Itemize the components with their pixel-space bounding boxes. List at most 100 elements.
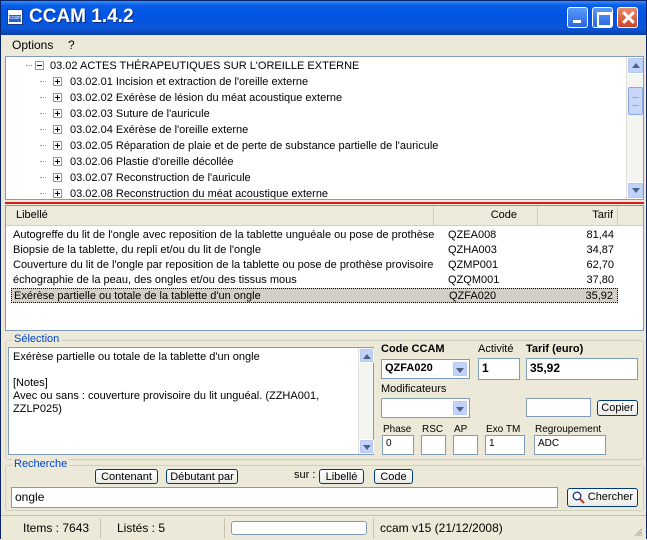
modificateurs-select[interactable]: [381, 398, 470, 418]
splitter[interactable]: [5, 202, 644, 204]
contenant-button[interactable]: Contenant: [95, 469, 158, 484]
search-group-title: Recherche: [12, 458, 70, 470]
expand-icon[interactable]: [53, 109, 62, 118]
progress-bar: [231, 521, 367, 535]
rsc-field[interactable]: [421, 435, 446, 455]
description-scrollbar[interactable]: [358, 348, 374, 454]
list-header: Libellé Code Tarif: [6, 206, 643, 226]
desc-scroll-down-button[interactable]: [359, 439, 374, 454]
title-bar[interactable]: ccam CCAM 1.4.2: [1, 1, 646, 35]
resize-grip-icon[interactable]: [633, 527, 643, 537]
chevron-down-icon[interactable]: [452, 400, 468, 416]
collapse-icon[interactable]: [35, 61, 44, 70]
tree-connector: [40, 129, 46, 130]
tree-node-parent[interactable]: 03.02 ACTES THÉRAPEUTIQUES SUR L'OREILLE…: [6, 58, 626, 74]
table-row[interactable]: Autogreffe du lit de l'ongle avec reposi…: [11, 228, 618, 243]
tree-connector: [40, 193, 46, 194]
cell-tarif: 62,70: [586, 259, 614, 271]
search-button-label: Chercher: [587, 491, 633, 503]
tree-node-child[interactable]: 03.02.05 Réparation de plaie et de perte…: [6, 138, 626, 154]
maximize-button[interactable]: [592, 7, 613, 28]
scroll-up-button[interactable]: [627, 57, 643, 74]
tree-node-child[interactable]: 03.02.03 Suture de l'auricule: [6, 106, 626, 122]
column-libelle[interactable]: Libellé: [6, 206, 434, 225]
minimize-button[interactable]: [567, 7, 588, 28]
scroll-down-button[interactable]: [627, 182, 643, 199]
regroupement-field[interactable]: ADC: [534, 435, 606, 455]
tree-node-label: 03.02.02 Exérèse de lésion du méat acous…: [70, 92, 343, 104]
expand-icon[interactable]: [53, 141, 62, 150]
description-textarea[interactable]: Exérèse partielle ou totale de la tablet…: [8, 347, 374, 455]
tree-connector: [26, 65, 32, 66]
phase-label: Phase: [383, 424, 412, 435]
menu-help[interactable]: ?: [68, 38, 75, 52]
tree-node-child[interactable]: 03.02.08 Reconstruction du méat acoustiq…: [6, 186, 626, 199]
tree-connector: [40, 97, 46, 98]
menu-options[interactable]: Options: [12, 38, 53, 52]
tree-node-label: 03.02.05 Réparation de plaie et de perte…: [70, 140, 439, 152]
column-tarif[interactable]: Tarif: [538, 206, 618, 225]
table-row[interactable]: échographie de la peau, des ongles et/ou…: [11, 273, 618, 288]
tarif-field[interactable]: 35,92: [526, 358, 638, 380]
activite-field[interactable]: 1: [478, 358, 520, 380]
cell-code: QZHA003: [448, 244, 497, 256]
tree-connector: [40, 145, 46, 146]
activite-label: Activité: [478, 343, 514, 355]
tarif-label: Tarif (euro): [526, 343, 584, 355]
tree-node-child[interactable]: 03.02.06 Plastie d'oreille décollée: [6, 154, 626, 170]
cell-libelle: Couverture du lit de l'ongle par reposit…: [13, 259, 434, 271]
tree-node-child[interactable]: 03.02.02 Exérèse de lésion du méat acous…: [6, 90, 626, 106]
tree-node-label: 03.02.04 Exérèse de l'oreille externe: [70, 124, 249, 136]
status-items: Items : 7643: [3, 518, 101, 538]
expand-icon[interactable]: [53, 189, 62, 198]
close-button[interactable]: [617, 7, 638, 28]
selection-group: Sélection Exérèse partielle ou totale de…: [5, 333, 644, 460]
cell-code: QZMP001: [448, 259, 499, 271]
table-row[interactable]: Biopsie de la tablette, du repli et/ou d…: [11, 243, 618, 258]
tree-node-child[interactable]: 03.02.04 Exérèse de l'oreille externe: [6, 122, 626, 138]
debutant-par-button[interactable]: Débutant par: [166, 469, 238, 484]
app-icon: ccam: [7, 9, 23, 25]
table-row[interactable]: Couverture du lit de l'ongle par reposit…: [11, 258, 618, 273]
results-list[interactable]: Libellé Code Tarif Autogreffe du lit de …: [5, 205, 644, 331]
tree-scrollbar[interactable]: [626, 57, 643, 199]
regroupement-label: Regroupement: [535, 424, 602, 435]
status-bar: Items : 7643 Listés : 5 ccam v15 (21/12/…: [1, 515, 646, 539]
expand-icon[interactable]: [53, 157, 62, 166]
copier-button[interactable]: Copier: [597, 400, 638, 416]
ap-field[interactable]: [453, 435, 478, 455]
tree-node-child[interactable]: 03.02.07 Reconstruction de l'auricule: [6, 170, 626, 186]
expand-icon[interactable]: [53, 173, 62, 182]
table-row[interactable]: Exérèse partielle ou totale de la tablet…: [11, 288, 618, 303]
code-ccam-select[interactable]: QZFA020: [381, 359, 470, 379]
search-button[interactable]: Chercher: [567, 488, 638, 507]
column-code[interactable]: Code: [434, 206, 538, 225]
cell-code: QZQM001: [448, 274, 500, 286]
libelle-button[interactable]: Libellé: [319, 469, 364, 484]
ap-label: AP: [454, 424, 468, 435]
expand-icon[interactable]: [53, 125, 62, 134]
exotm-field[interactable]: 1: [485, 435, 525, 455]
cell-libelle: Autogreffe du lit de l'ongle avec reposi…: [13, 229, 435, 241]
main-window: ccam CCAM 1.4.2 Options ? 03.02 ACTES TH…: [0, 0, 647, 539]
tree-node-child[interactable]: 03.02.01 Incision et extraction de l'ore…: [6, 74, 626, 90]
extra-field[interactable]: [526, 398, 591, 417]
cell-libelle: Biopsie de la tablette, du repli et/ou d…: [13, 244, 261, 256]
rsc-label: RSC: [422, 424, 444, 435]
tree-connector: [40, 161, 46, 162]
desc-scroll-up-button[interactable]: [359, 348, 374, 363]
chevron-down-icon[interactable]: [452, 361, 468, 377]
description-text: Exérèse partielle ou totale de la tablet…: [13, 351, 320, 415]
sur-label: sur :: [294, 469, 316, 481]
code-button[interactable]: Code: [374, 469, 413, 484]
tree-connector: [40, 113, 46, 114]
expand-icon[interactable]: [53, 93, 62, 102]
expand-icon[interactable]: [53, 77, 62, 86]
search-input[interactable]: ongle: [11, 487, 558, 508]
scroll-thumb[interactable]: [628, 87, 643, 115]
phase-field[interactable]: 0: [382, 435, 414, 455]
chapter-tree[interactable]: 03.02 ACTES THÉRAPEUTIQUES SUR L'OREILLE…: [5, 56, 644, 200]
cell-tarif: 35,92: [585, 290, 613, 302]
cell-libelle: échographie de la peau, des ongles et/ou…: [13, 274, 297, 286]
status-version: ccam v15 (21/12/2008): [373, 518, 628, 538]
